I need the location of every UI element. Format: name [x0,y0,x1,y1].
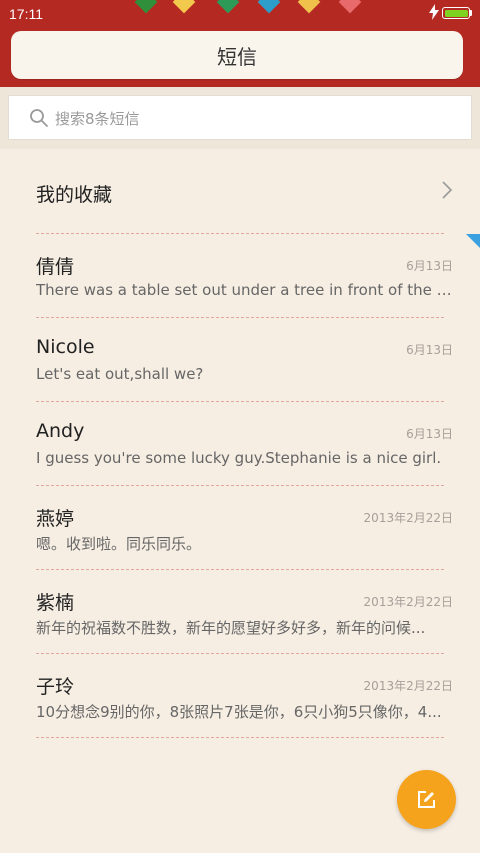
battery-cap [470,10,472,16]
bunting-flag [216,0,240,14]
message-preview: 10分想念9别的你，8张照片7张是你，6只小狗5只像你，4... [36,703,442,721]
message-preview: 嗯。收到啦。同乐同乐。 [36,535,202,553]
message-date: 2013年2月22日 [363,595,453,609]
message-preview: There was a table set out under a tree i… [36,281,454,299]
battery-icon [442,7,470,19]
chevron-right-icon [442,181,453,199]
bunting-flag [172,0,196,14]
message-preview: I guess you're some lucky guy.Stephanie … [36,449,442,467]
status-bar: 17:11 [0,0,480,28]
search-bar [0,87,480,149]
bunting-flag [257,0,281,14]
contact-name: 紫楠 [36,592,75,614]
status-time: 17:11 [9,6,43,22]
message-date: 2013年2月22日 [363,679,453,693]
search-input[interactable] [53,104,457,134]
favorites-row[interactable]: 我的收藏 [0,149,480,233]
charging-bolt-icon [429,4,439,20]
message-date: 6月13日 [406,427,453,441]
message-date: 6月13日 [406,343,453,357]
bunting-flag [134,0,158,14]
conversation-item[interactable]: 燕婷 2013年2月22日 嗯。收到啦。同乐同乐。 [0,485,480,569]
app-header: 17:11 短信 [0,0,480,87]
message-date: 6月13日 [406,259,453,273]
divider [36,737,444,738]
conversation-item[interactable]: 倩倩 6月13日 There was a table set out under… [0,233,480,317]
contact-name: 倩倩 [36,256,75,278]
conversation-item[interactable]: 子玲 2013年2月22日 10分想念9别的你，8张照片7张是你，6只小狗5只像… [0,653,480,737]
contact-name: Andy [36,420,85,442]
conversation-item[interactable]: 紫楠 2013年2月22日 新年的祝福数不胜数，新年的愿望好多好多，新年的问候.… [0,569,480,653]
message-preview: 新年的祝福数不胜数，新年的愿望好多好多，新年的问候... [36,619,426,637]
contact-name: 燕婷 [36,508,75,530]
search-icon [30,109,48,127]
page-title: 短信 [217,44,257,69]
title-bar: 短信 [11,31,463,79]
conversation-item[interactable]: Andy 6月13日 I guess you're some lucky guy… [0,401,480,485]
message-date: 2013年2月22日 [363,511,453,525]
contact-name: Nicole [36,336,95,358]
compose-icon [418,791,435,808]
search-box[interactable] [8,95,472,140]
conversation-item[interactable]: Nicole 6月13日 Let's eat out,shall we? [0,317,480,401]
bunting-decoration [128,0,378,20]
battery-level [444,9,468,17]
favorites-label: 我的收藏 [36,184,113,206]
compose-button[interactable] [397,770,456,829]
bunting-flag [297,0,321,14]
message-preview: Let's eat out,shall we? [36,365,204,383]
contact-name: 子玲 [36,676,75,698]
bunting-flag [338,0,362,14]
